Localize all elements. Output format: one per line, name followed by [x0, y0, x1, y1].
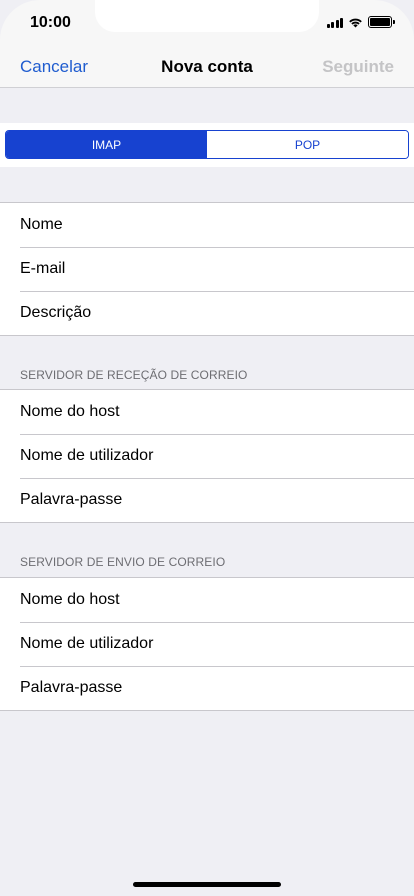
- email-field[interactable]: E-mail: [0, 247, 414, 291]
- description-field[interactable]: Descrição: [0, 291, 414, 335]
- phone-screen: 10:00 Cancelar Nova conta Seguinte IMAP: [0, 0, 414, 896]
- home-indicator[interactable]: [133, 882, 281, 887]
- status-time: 10:00: [30, 14, 71, 31]
- battery-icon: [368, 16, 395, 28]
- incoming-username-field[interactable]: Nome de utilizador: [0, 434, 414, 478]
- segment-imap[interactable]: IMAP: [6, 131, 207, 158]
- outgoing-server-header: SERVIDOR DE ENVIO DE CORREIO: [20, 555, 226, 569]
- incoming-password-field[interactable]: Palavra-passe: [0, 478, 414, 522]
- segment-pop[interactable]: POP: [207, 131, 408, 158]
- incoming-hostname-field[interactable]: Nome do host: [0, 390, 414, 434]
- protocol-segmented-control: IMAP POP: [5, 130, 409, 159]
- cellular-signal-icon: [326, 17, 343, 28]
- wifi-icon: [349, 18, 362, 27]
- navigation-bar: Cancelar Nova conta Seguinte: [0, 44, 414, 88]
- outgoing-username-field[interactable]: Nome de utilizador: [0, 622, 414, 666]
- status-icons: [326, 16, 395, 28]
- notch: [95, 0, 319, 32]
- next-button[interactable]: Seguinte: [322, 57, 394, 77]
- name-field[interactable]: Nome: [0, 203, 414, 247]
- incoming-server-group: Nome do host Nome de utilizador Palavra-…: [0, 389, 414, 523]
- status-bar: 10:00: [0, 0, 414, 44]
- outgoing-hostname-field[interactable]: Nome do host: [0, 578, 414, 622]
- battery-level: [370, 18, 390, 26]
- outgoing-server-group: Nome do host Nome de utilizador Palavra-…: [0, 577, 414, 711]
- account-fields-group: Nome E-mail Descrição: [0, 202, 414, 336]
- outgoing-password-field[interactable]: Palavra-passe: [0, 666, 414, 710]
- incoming-server-header: SERVIDOR DE RECEÇÃO DE CORREIO: [20, 368, 248, 382]
